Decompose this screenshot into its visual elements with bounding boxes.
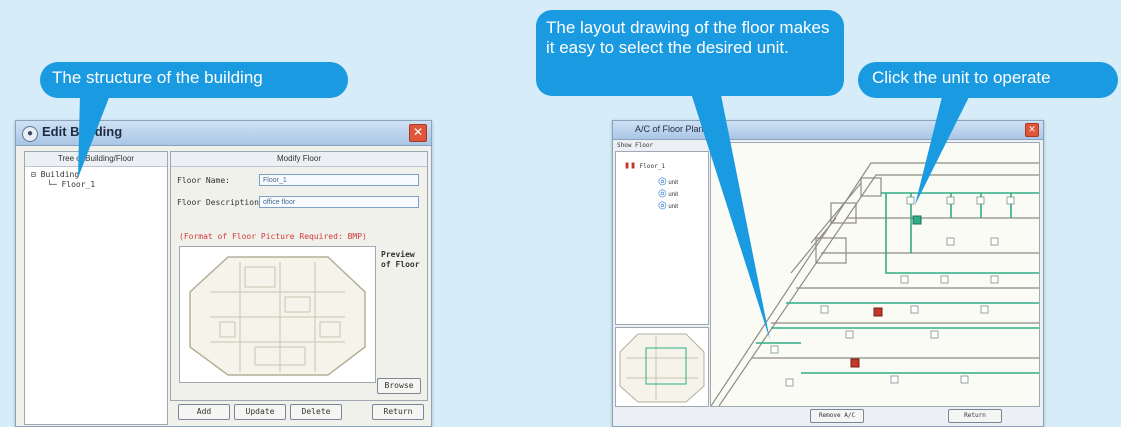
unit-icon: ◎ — [658, 176, 667, 187]
modify-header: Modify Floor — [171, 152, 427, 167]
tree-item-building[interactable]: ⊟ Building — [31, 170, 79, 179]
tree-expander-icon[interactable]: ⊟ — [31, 170, 41, 179]
floor-description-label: Floor Description: — [177, 198, 264, 207]
close-button[interactable]: ✕ — [1025, 123, 1039, 137]
floor-plan-canvas[interactable] — [710, 142, 1040, 407]
floor-plan-window: A/C of Floor Plan ✕ Show Floor ▮▮ Floor_… — [612, 120, 1044, 427]
preview-label: Preview of Floor — [381, 250, 420, 269]
floor-name-label: Floor Name: — [177, 176, 230, 185]
callout-building-structure: The structure of the building — [40, 62, 348, 98]
update-button[interactable]: Update — [234, 404, 286, 420]
remove-ac-button[interactable]: Remove A/C — [810, 409, 864, 423]
tree-header: Tree of Building/Floor — [25, 152, 167, 167]
callout-layout-drawing: The layout drawing of the floor makes it… — [536, 10, 844, 96]
tree-item-floor[interactable]: └─ Floor_1 — [47, 180, 95, 189]
app-icon: ● — [22, 126, 38, 142]
unit-item[interactable]: ◎ unit — [658, 200, 678, 212]
selected-unit-marker[interactable] — [912, 215, 922, 225]
show-floor-menu[interactable]: Show Floor — [617, 142, 653, 149]
edit-building-titlebar: ● Edit Building ✕ — [16, 121, 431, 146]
tree-branch-icon: └─ — [47, 180, 62, 189]
window-title: A/C of Floor Plan — [635, 124, 704, 134]
unit-icon: ◎ — [658, 200, 667, 211]
window-title: Edit Building — [42, 124, 123, 139]
return-button[interactable]: Return — [372, 404, 424, 420]
floor-description-field[interactable]: office floor — [259, 196, 419, 208]
floor-icon: ▮▮ — [624, 160, 637, 171]
delete-button[interactable]: Delete — [290, 404, 342, 420]
floor-preview-image — [179, 246, 376, 383]
floor-tree-panel: ▮▮ Floor_1 ◎ unit ◎ unit ◎ unit — [615, 151, 709, 325]
unit-list: ◎ unit ◎ unit ◎ unit — [658, 176, 678, 212]
edit-building-window: ● Edit Building ✕ Tree of Building/Floor… — [15, 120, 432, 427]
modify-floor-panel: Modify Floor Floor Name: Floor_1 Floor D… — [170, 151, 428, 401]
browse-button[interactable]: Browse — [377, 378, 421, 394]
tree-root[interactable]: ▮▮ Floor_1 — [624, 160, 665, 171]
format-note: (Format of Floor Picture Required: BMP) — [179, 232, 367, 241]
close-button[interactable]: ✕ — [409, 124, 427, 142]
floor-plan-titlebar: A/C of Floor Plan ✕ — [613, 121, 1043, 140]
unit-item[interactable]: ◎ unit — [658, 188, 678, 200]
unit-item[interactable]: ◎ unit — [658, 176, 678, 188]
floor-name-field[interactable]: Floor_1 — [259, 174, 419, 186]
callout-click-unit: Click the unit to operate — [858, 62, 1118, 98]
floor-thumbnail[interactable] — [615, 327, 709, 407]
return-button[interactable]: Return — [948, 409, 1002, 423]
unit-icon: ◎ — [658, 188, 667, 199]
building-tree-panel: Tree of Building/Floor ⊟ Building └─ Flo… — [24, 151, 168, 425]
add-button[interactable]: Add — [178, 404, 230, 420]
